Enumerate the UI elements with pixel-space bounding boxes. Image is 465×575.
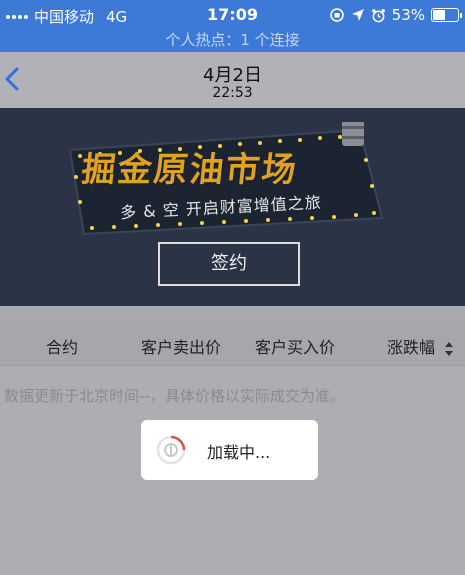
column-buy-price[interactable]: 客户买入价: [255, 334, 335, 358]
loading-toast: 加载中...: [141, 420, 318, 480]
battery-icon: [431, 8, 462, 22]
sign-button[interactable]: 签约: [158, 242, 300, 286]
loading-spinner-icon: [156, 435, 186, 465]
sort-icon[interactable]: [444, 341, 454, 357]
banner-title: 掘金原油市场: [79, 150, 300, 190]
battery-percent: 53%: [391, 6, 425, 24]
nav-bar: 4月2日 22:53: [0, 52, 465, 108]
column-sell-price[interactable]: 客户卖出价: [141, 334, 221, 358]
data-update-notice: 数据更新于北京时间--，具体价格以实际成交为准。: [4, 387, 345, 405]
column-change[interactable]: 涨跌幅: [387, 334, 454, 358]
hotspot-banner[interactable]: 个人热点：1 个连接: [0, 30, 465, 52]
oil-barrel-icon: [342, 122, 364, 146]
section-gap: [0, 306, 465, 320]
table-header: 合约 客户卖出价 客户买入价 涨跌幅: [0, 320, 465, 366]
screen-lock-icon: [329, 8, 344, 22]
nav-subtitle: 22:53: [212, 85, 253, 101]
column-change-label: 涨跌幅: [387, 338, 436, 357]
alarm-icon: [371, 8, 385, 22]
location-icon: [351, 9, 364, 21]
status-right: 53%: [329, 6, 462, 24]
column-contract[interactable]: 合约: [46, 334, 78, 358]
nav-title: 4月2日: [203, 65, 262, 86]
battery-fill: [433, 10, 446, 20]
promo-banner[interactable]: 掘金原油市场 多 & 空 开启财富增值之旅 签约: [0, 108, 465, 306]
status-bar: 中国移动 4G 17:09 53%: [0, 0, 465, 30]
loading-text: 加载中...: [207, 443, 271, 462]
